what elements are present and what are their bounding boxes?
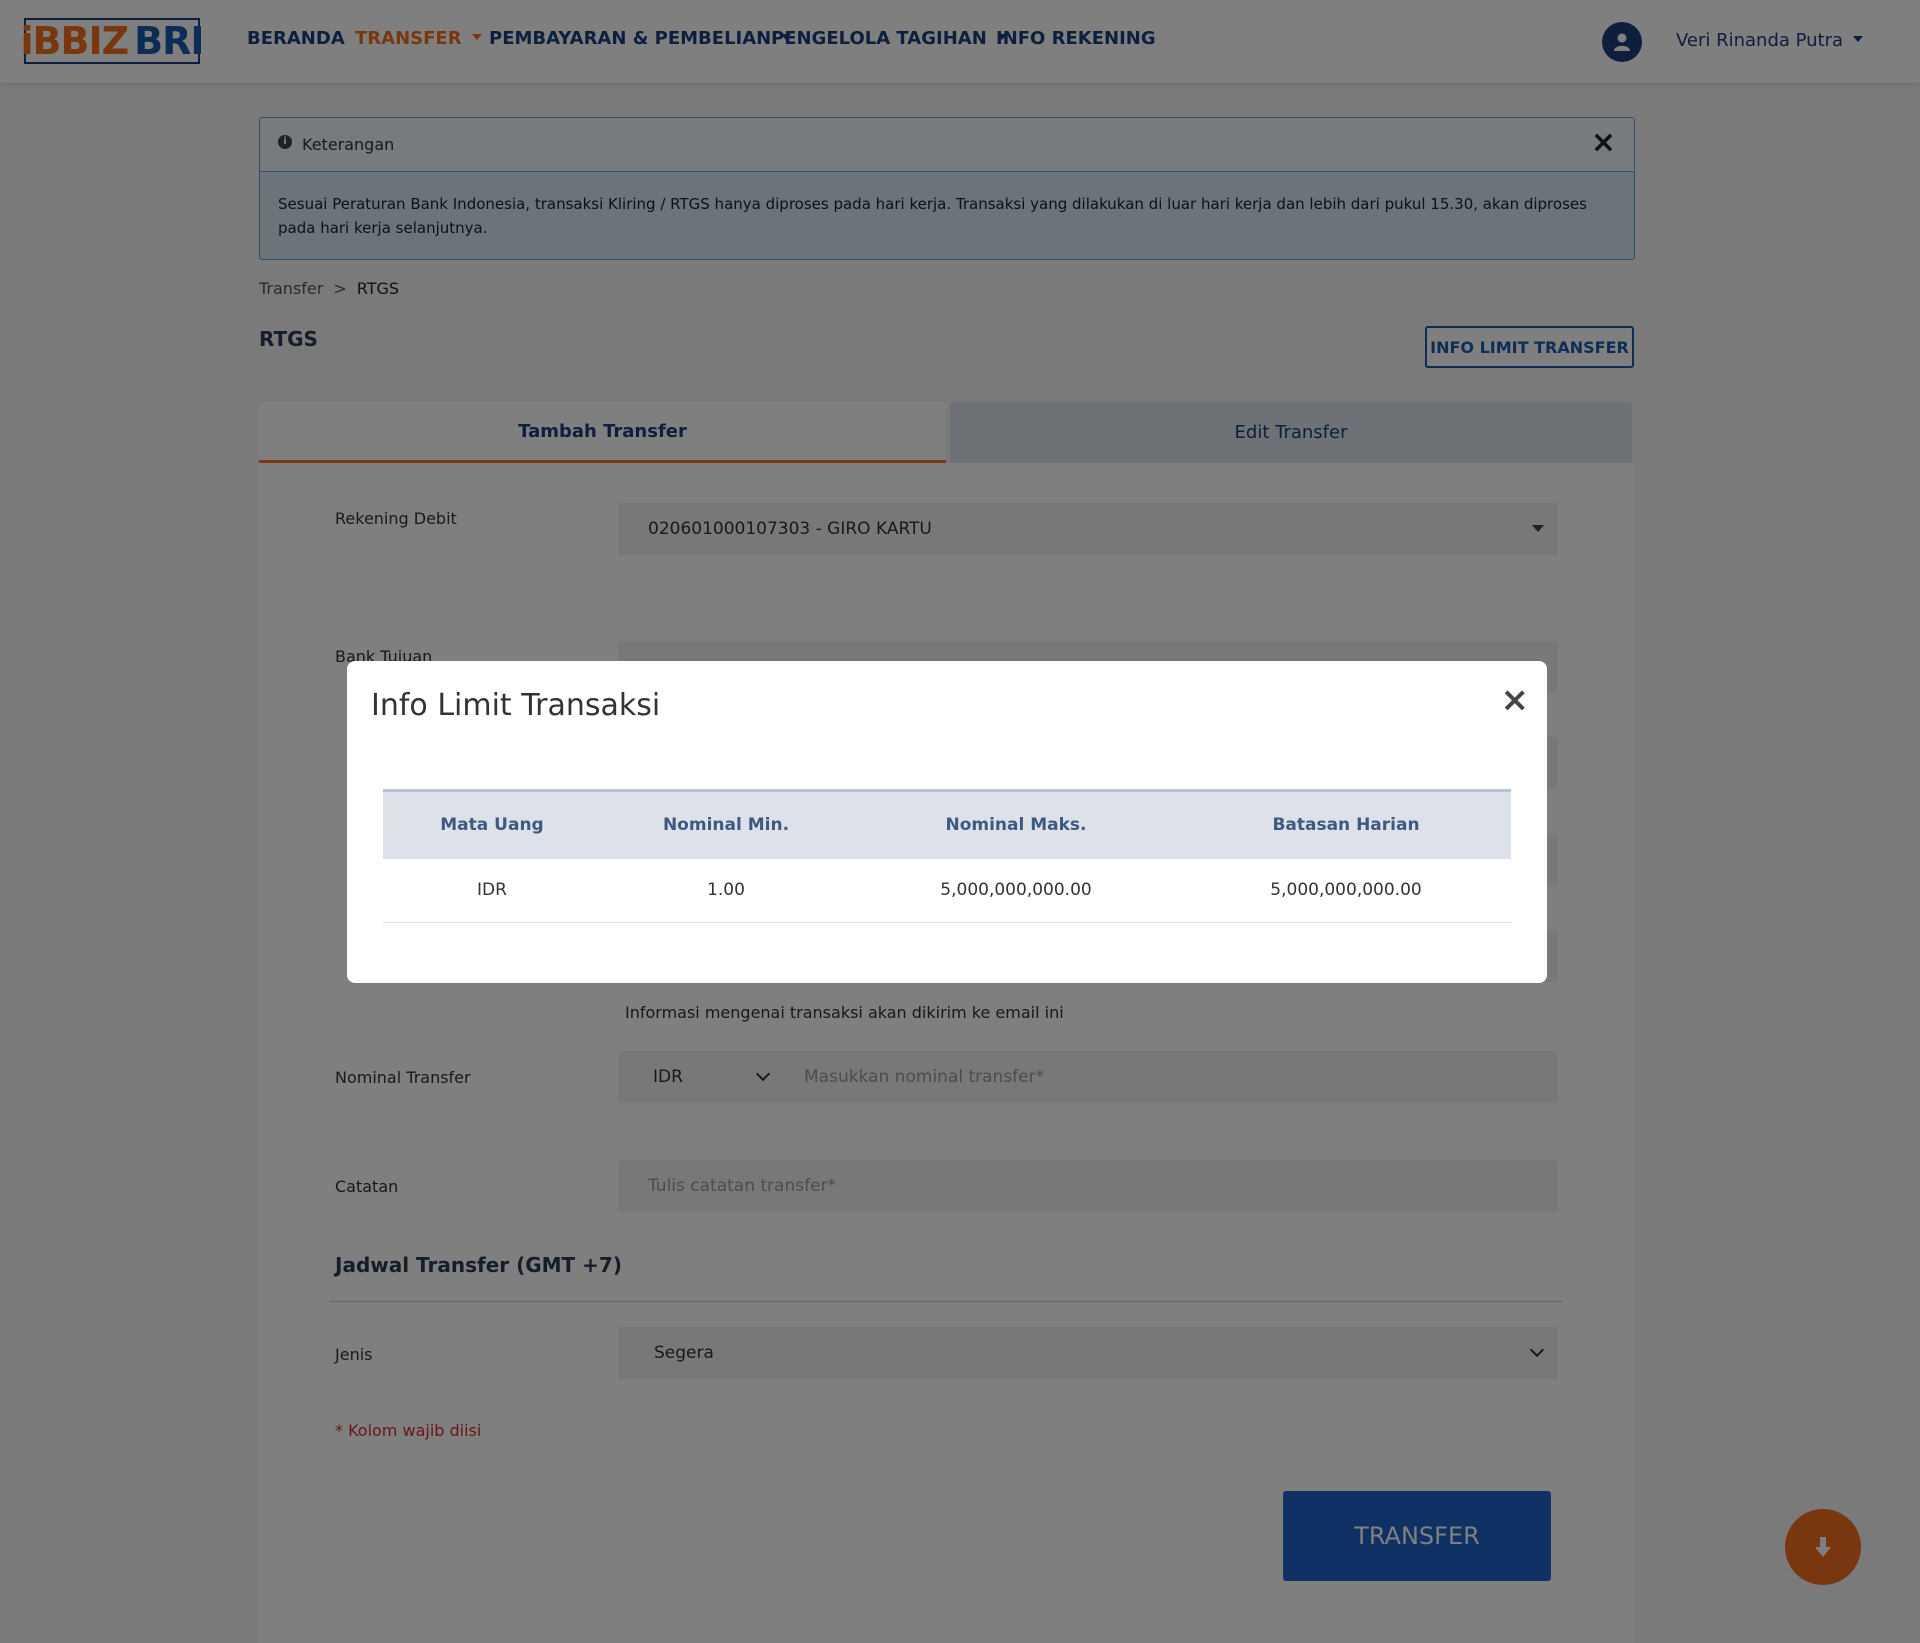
table-cell: 5,000,000,000.00 <box>1181 858 1511 923</box>
table-cell: 1.00 <box>601 858 851 923</box>
table-cell: IDR <box>383 858 601 923</box>
table-cell: 5,000,000,000.00 <box>851 858 1181 923</box>
column-header: Batasan Harian <box>1181 789 1511 859</box>
close-icon[interactable]: × <box>1501 683 1530 717</box>
info-limit-modal: Info Limit Transaksi × Mata Uang Nominal… <box>347 661 1547 983</box>
column-header: Nominal Maks. <box>851 789 1181 859</box>
column-header: Mata Uang <box>383 789 601 859</box>
limit-table: Mata Uang Nominal Min. Nominal Maks. Bat… <box>383 789 1511 923</box>
table-row: IDR 1.00 5,000,000,000.00 5,000,000,000.… <box>383 858 1511 923</box>
modal-title: Info Limit Transaksi <box>371 688 661 723</box>
table-header-row: Mata Uang Nominal Min. Nominal Maks. Bat… <box>383 789 1511 859</box>
column-header: Nominal Min. <box>601 789 851 859</box>
